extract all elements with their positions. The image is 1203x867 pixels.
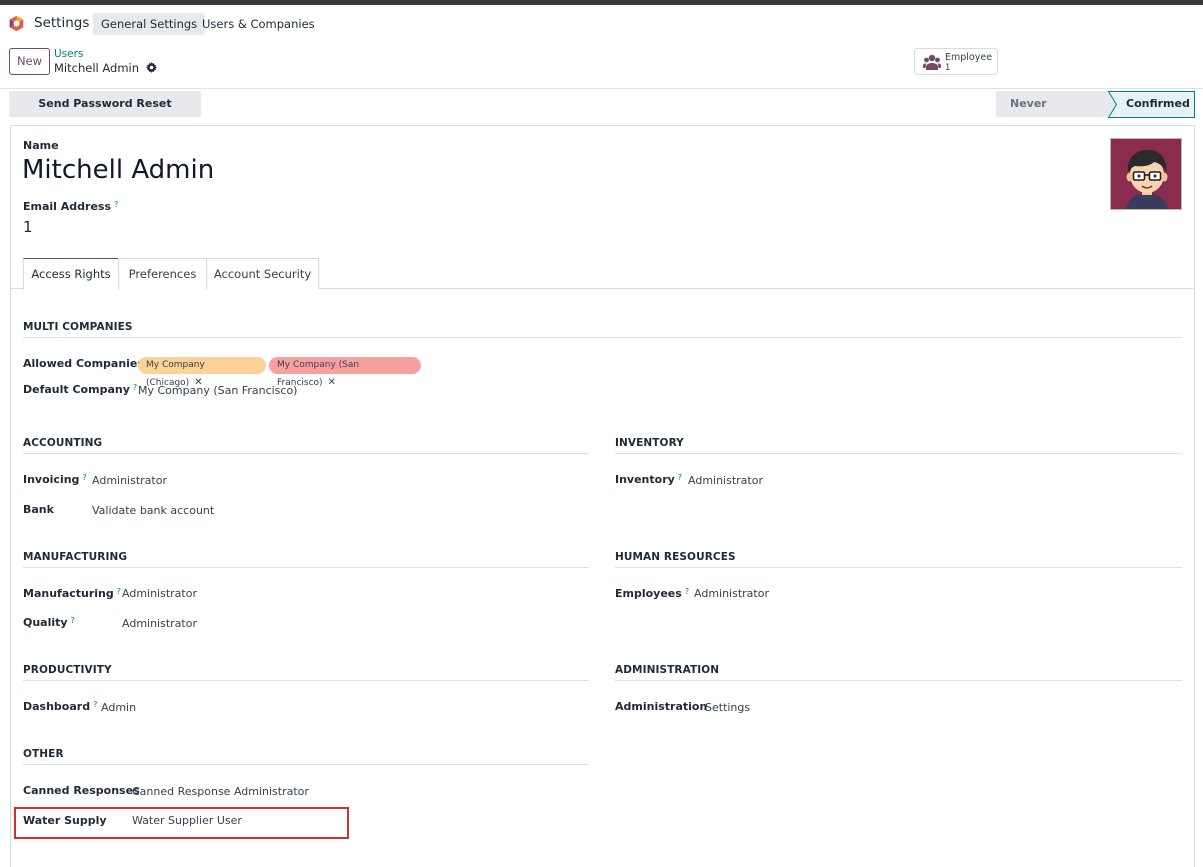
inventory-label: Inventory? <box>615 473 682 486</box>
help-icon[interactable]: ? <box>117 587 121 596</box>
inventory-field[interactable]: Administrator <box>688 474 763 487</box>
odoo-logo-icon[interactable] <box>8 15 25 32</box>
section-divider <box>615 567 1182 568</box>
manufacturing-label: Manufacturing? <box>23 587 121 600</box>
section-title-inventory: INVENTORY <box>615 437 684 449</box>
canned-responses-label: Canned Responses <box>23 784 140 797</box>
section-divider <box>23 680 589 681</box>
tab-access-rights[interactable]: Access Rights <box>23 258 119 290</box>
users-icon <box>923 54 941 70</box>
section-title-productivity: PRODUCTIVITY <box>23 664 112 676</box>
help-icon[interactable]: ? <box>82 473 86 482</box>
administration-field[interactable]: Settings <box>705 701 750 714</box>
invoicing-label: Invoicing? <box>23 473 87 486</box>
avatar[interactable] <box>1110 138 1182 210</box>
quality-label-text: Quality <box>23 616 68 629</box>
default-company-label: Default Company? <box>23 383 137 396</box>
help-icon[interactable]: ? <box>133 383 137 392</box>
new-button[interactable]: New <box>9 48 50 75</box>
dashboard-label: Dashboard? <box>23 700 97 713</box>
dashboard-field[interactable]: Admin <box>101 701 136 714</box>
section-title-other: OTHER <box>23 748 64 760</box>
help-icon[interactable]: ? <box>678 473 682 482</box>
help-icon[interactable]: ? <box>685 587 689 596</box>
manufacturing-label-text: Manufacturing <box>23 587 114 600</box>
breadcrumb-current-label: Mitchell Admin <box>54 61 140 75</box>
breadcrumb-current: Mitchell Admin <box>54 61 157 75</box>
invoicing-field[interactable]: Administrator <box>92 474 167 487</box>
send-password-reset-button[interactable]: Send Password Reset Instructions <box>9 91 201 136</box>
help-icon[interactable]: ? <box>93 700 97 709</box>
status-confirmed[interactable]: Confirmed <box>1108 91 1195 118</box>
section-title-manufacturing: MANUFACTURING <box>23 551 128 563</box>
inventory-label-text: Inventory <box>615 473 675 486</box>
quality-label: Quality? <box>23 616 75 629</box>
help-icon[interactable]: ? <box>114 200 118 209</box>
tab-account-security[interactable]: Account Security <box>206 258 319 289</box>
tag-company-san-francisco[interactable]: My Company (San Francisco) ✕ <box>269 357 421 388</box>
name-label: Name <box>23 139 59 152</box>
default-company-label-text: Default Company <box>23 383 130 396</box>
section-title-administration: ADMINISTRATION <box>615 664 720 676</box>
smart-button-value: 1 <box>945 63 951 73</box>
menu-users-companies[interactable]: Users & Companies <box>194 13 323 35</box>
default-company-field[interactable]: My Company (San Francisco) <box>138 384 297 397</box>
bank-label: Bank <box>23 503 54 516</box>
section-divider <box>615 453 1182 454</box>
section-divider <box>615 680 1182 681</box>
divider <box>0 88 1203 89</box>
employees-label-text: Employees <box>615 587 682 600</box>
tag-company-chicago[interactable]: My Company (Chicago) ✕ <box>138 357 266 388</box>
status-confirmed-label: Confirmed <box>1126 97 1190 110</box>
status-bar: Never Connected Confirmed <box>996 91 1195 136</box>
breadcrumb-users-link[interactable]: Users <box>54 48 83 60</box>
employees-label: Employees? <box>615 587 689 600</box>
section-title-accounting: ACCOUNTING <box>23 437 103 449</box>
canned-responses-field[interactable]: Canned Response Administrator <box>132 785 309 798</box>
app-title[interactable]: Settings <box>34 15 89 31</box>
section-divider <box>23 764 589 765</box>
section-divider <box>23 453 589 454</box>
top-navbar: Settings General Settings Users & Compan… <box>0 5 1203 41</box>
highlight-annotation <box>14 807 349 839</box>
form-sheet <box>10 125 1195 867</box>
employees-field[interactable]: Administrator <box>694 587 769 600</box>
dashboard-label-text: Dashboard <box>23 700 91 713</box>
smart-button-label: Employee <box>945 52 993 63</box>
help-icon[interactable]: ? <box>71 616 75 625</box>
menu-general-settings[interactable]: General Settings <box>93 13 206 35</box>
section-divider <box>23 567 589 568</box>
tab-preferences[interactable]: Preferences <box>118 258 207 289</box>
section-title-human-resources: HUMAN RESOURCES <box>615 551 736 563</box>
email-label-text: Email Address <box>23 200 112 213</box>
quality-field[interactable]: Administrator <box>122 617 197 630</box>
section-title-multi-companies: MULTI COMPANIES <box>23 321 133 333</box>
avatar-illustration <box>1111 139 1181 209</box>
tag-remove-icon[interactable]: ✕ <box>328 377 336 388</box>
name-field[interactable]: Mitchell Admin <box>22 155 214 185</box>
section-divider <box>23 337 1182 338</box>
employee-smart-button[interactable]: Employee 1 <box>914 48 998 75</box>
manufacturing-field[interactable]: Administrator <box>122 587 197 600</box>
invoicing-label-text: Invoicing <box>23 473 80 486</box>
gear-icon[interactable] <box>145 62 157 73</box>
administration-label: Administration <box>615 700 708 713</box>
allowed-companies-label: Allowed Companies <box>23 357 144 370</box>
email-field[interactable]: 1 <box>23 218 33 236</box>
email-label: Email Address? <box>23 200 118 213</box>
status-never-connected[interactable]: Never Connected <box>996 91 1116 136</box>
bank-field[interactable]: Validate bank account <box>92 504 214 517</box>
